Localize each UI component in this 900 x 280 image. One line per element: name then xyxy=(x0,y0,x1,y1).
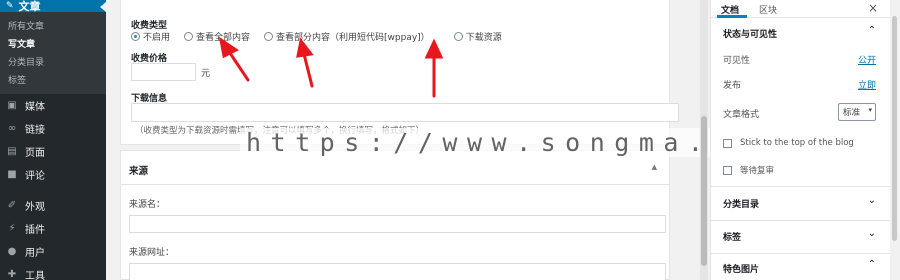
visibility-link[interactable]: 公开 xyxy=(858,53,876,66)
settings-sidebar: 文档 区块 × 状态与可见性 ⌃ 可见性 公开 发布 立即 文章格式 标准 ▾ … xyxy=(710,0,890,280)
user-icon: ● xyxy=(7,245,17,257)
menu-posts-label: 文章 xyxy=(18,0,41,13)
radio-button[interactable] xyxy=(184,32,194,41)
download-info-input[interactable] xyxy=(131,103,679,122)
price-unit: 元 xyxy=(201,69,211,79)
collapse-up-icon[interactable]: ▲ xyxy=(652,163,657,171)
pending-checkbox[interactable] xyxy=(723,165,732,175)
menu-comments[interactable]: ■ 评论 xyxy=(0,163,106,186)
menu-pages[interactable]: ▤ 页面 xyxy=(0,140,106,163)
source-metabox: 来源 ▲ 来源名： 来源网址： xyxy=(120,150,670,280)
chevron-up-icon[interactable]: ⌃ xyxy=(868,259,876,270)
divider xyxy=(711,220,890,221)
chevron-up-icon[interactable]: ⌃ xyxy=(868,25,876,36)
radio-download[interactable]: 下载资源 xyxy=(453,30,502,43)
radio-label: 不启用 xyxy=(143,33,171,43)
radio-label: 查看部分内容（利用短代码[wppay]） xyxy=(276,33,430,43)
download-metabox: 收费类型 不启用 查看全部内容 查看部分内容（利用短代码[wppay]） 下载资… xyxy=(120,0,679,145)
radio-label: 下载资源 xyxy=(465,33,502,43)
page-icon: ▤ xyxy=(7,145,17,157)
menu-media[interactable]: ▣ 媒体 xyxy=(0,94,106,117)
submenu-tags[interactable]: 标签 xyxy=(0,72,106,90)
menu-users-label: 用户 xyxy=(25,248,45,259)
source-title: 来源 xyxy=(129,166,149,177)
menu-links[interactable]: ∞ 链接 xyxy=(0,117,106,140)
radio-button[interactable] xyxy=(131,32,140,41)
radio-view-partial[interactable]: 查看部分内容（利用短代码[wppay]） xyxy=(264,30,430,43)
pending-label: 等待复审 xyxy=(740,166,775,176)
format-select-value: 标准 xyxy=(843,108,861,118)
sticky-checkbox-row[interactable]: Stick to the top of the blog xyxy=(723,138,854,148)
featured-image-section-title[interactable]: 特色图片 xyxy=(723,262,759,275)
menu-plugins[interactable]: ⚡ 插件 xyxy=(0,217,106,240)
menu-posts[interactable]: ✎ 文章 xyxy=(0,0,106,13)
menu-links-label: 链接 xyxy=(25,125,45,136)
menu-pages-label: 页面 xyxy=(25,148,45,159)
chevron-down-icon[interactable]: ⌄ xyxy=(868,228,876,239)
radio-label: 查看全部内容 xyxy=(196,33,251,43)
comment-icon: ■ xyxy=(7,168,17,180)
radio-view-all[interactable]: 查看全部内容 xyxy=(184,30,250,43)
menu-comments-label: 评论 xyxy=(25,171,45,182)
menu-tools[interactable]: ✚ 工具 xyxy=(0,263,106,280)
menu-plugins-label: 插件 xyxy=(25,225,45,236)
submenu-categories[interactable]: 分类目录 xyxy=(0,54,106,72)
radio-button[interactable] xyxy=(453,32,463,41)
tags-section-title[interactable]: 标签 xyxy=(723,230,741,243)
publish-link[interactable]: 立即 xyxy=(858,78,876,91)
panel-scrollbar-thumb[interactable] xyxy=(892,16,897,241)
admin-sidebar: ✎ 文章 所有文章 写文章 分类目录 标签 ▣ 媒体 ∞ 链接 ▤ 页面 ■ 评… xyxy=(0,0,106,280)
visibility-label: 可见性 xyxy=(723,56,751,66)
panel-tabs: 文档 区块 × xyxy=(711,0,890,18)
appearance-icon: ✐ xyxy=(7,199,17,211)
media-icon: ▣ xyxy=(7,99,17,111)
price-input[interactable] xyxy=(131,63,196,81)
divider xyxy=(711,186,890,187)
radio-button[interactable] xyxy=(264,32,274,41)
tab-block[interactable]: 区块 xyxy=(759,3,777,16)
submenu-all-posts[interactable]: 所有文章 xyxy=(0,18,106,36)
chevron-down-icon[interactable]: ⌄ xyxy=(868,195,876,206)
posts-submenu: 所有文章 写文章 分类目录 标签 xyxy=(0,12,106,94)
status-section-title[interactable]: 状态与可见性 xyxy=(723,27,777,40)
source-url-input[interactable] xyxy=(129,263,666,280)
tools-icon: ✚ xyxy=(7,268,17,280)
editor-scrollbar-thumb[interactable] xyxy=(701,116,707,266)
source-name-label: 来源名： xyxy=(129,200,166,210)
pending-checkbox-row[interactable]: 等待复审 xyxy=(723,164,774,176)
plugin-icon: ⚡ xyxy=(8,222,16,234)
radio-disabled[interactable]: 不启用 xyxy=(131,30,170,43)
menu-tools-label: 工具 xyxy=(25,271,45,280)
format-label: 文章格式 xyxy=(723,110,760,120)
sticky-checkbox[interactable] xyxy=(723,138,732,148)
chevron-down-icon: ▾ xyxy=(868,106,872,114)
divider xyxy=(711,253,890,254)
active-tab-indicator xyxy=(717,15,747,18)
close-icon[interactable]: × xyxy=(868,1,878,15)
pin-icon: ✎ xyxy=(6,1,14,11)
source-url-label: 来源网址： xyxy=(129,248,175,258)
menu-users[interactable]: ● 用户 xyxy=(0,240,106,263)
categories-section-title[interactable]: 分类目录 xyxy=(723,197,759,210)
source-name-input[interactable] xyxy=(129,215,666,233)
format-select[interactable]: 标准 ▾ xyxy=(838,103,876,121)
link-icon: ∞ xyxy=(7,122,17,134)
menu-appearance[interactable]: ✐ 外观 xyxy=(0,194,106,217)
publish-label: 发布 xyxy=(723,81,742,91)
menu-appearance-label: 外观 xyxy=(25,202,45,213)
submenu-new-post[interactable]: 写文章 xyxy=(0,36,106,54)
charge-type-radios: 不启用 查看全部内容 查看部分内容（利用短代码[wppay]） 下载资源 xyxy=(131,30,516,43)
menu-media-label: 媒体 xyxy=(25,102,45,113)
sticky-label: Stick to the top of the blog xyxy=(740,138,854,148)
